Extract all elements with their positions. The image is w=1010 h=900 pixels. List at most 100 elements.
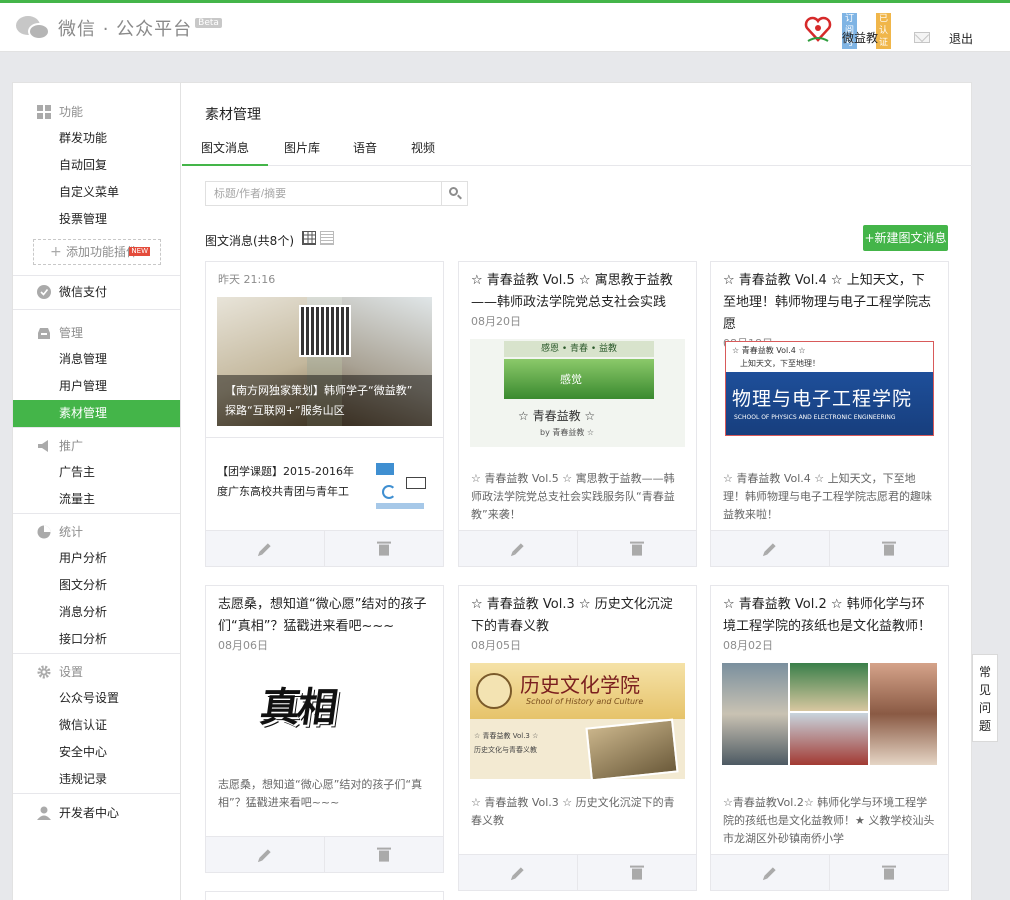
- grid-icon: [37, 105, 51, 119]
- card-actions: [459, 854, 696, 890]
- sidebar-item-custom-menu[interactable]: 自定义菜单: [13, 179, 180, 206]
- search-button[interactable]: [441, 182, 467, 205]
- card-cover-image: ☆ 青春益教 Vol.4 ☆ 上知天文，下至地理！ 物理与电子工程学院 SCHO…: [725, 341, 934, 436]
- pencil-icon: [764, 866, 776, 879]
- delete-button[interactable]: [324, 531, 443, 566]
- menu-group-promotion: 推广 广告主 流量主: [13, 428, 180, 514]
- card-title[interactable]: ☆ 青春益教 Vol.5 ☆ 寓思教于益教——韩师政法学院党总支社会实践: [459, 262, 696, 314]
- sidebar-item-verification[interactable]: 微信认证: [13, 712, 180, 739]
- sidebar-item-advertiser[interactable]: 广告主: [13, 459, 180, 486]
- card-desc: 志愿桑，想知道“微心愿”结对的孩子们“真相”？猛戳进来看吧~~~: [218, 778, 423, 809]
- article-card[interactable]: 昨天 21:16 【南方网独家策划】韩师学子“微益教” 探路“互联网+”服务山区…: [205, 261, 444, 567]
- card-actions: [206, 530, 443, 566]
- article-card[interactable]: ☆ 青春益教 Vol.5 ☆ 寓思教于益教——韩师政法学院党总支社会实践 08月…: [458, 261, 697, 567]
- wechat-logo[interactable]: 微信 · 公众平台 Beta: [16, 13, 222, 43]
- card-title[interactable]: ☆ 青春益教 Vol.4 ☆ 上知天文，下至地理！韩师物理与电子工程学院志愿: [711, 262, 948, 336]
- article-card[interactable]: [205, 891, 444, 900]
- card-desc: ☆ 青春益教 Vol.5 ☆ 寓思教于益教——韩师政法学院党总支社会实践服务队“…: [471, 472, 675, 521]
- delete-button[interactable]: [829, 531, 948, 566]
- sidebar-item-users[interactable]: 用户管理: [13, 373, 180, 400]
- list-view-icon[interactable]: [320, 231, 334, 245]
- sub-article-title[interactable]: 【团学课题】2015-2016年度广东高校共青团与青年工: [217, 462, 357, 502]
- delete-button[interactable]: [577, 531, 696, 566]
- pie-icon: [37, 525, 51, 539]
- delete-button[interactable]: [829, 855, 948, 890]
- main-container: 功能 群发功能 自动回复 自定义菜单 投票管理 + 添加功能插件 NEW 微信支…: [12, 82, 972, 900]
- verified-badge: 已认证: [876, 13, 892, 49]
- add-plugin-button[interactable]: + 添加功能插件 NEW: [33, 239, 161, 265]
- qr-code-icon: [299, 305, 351, 357]
- card-desc: ☆青春益教Vol.2☆ 韩师化学与环境工程学院的孩纸也是文化益教师！★ 义教学校…: [723, 796, 935, 845]
- card-title[interactable]: ☆ 青春益教 Vol.2 ☆ 韩师化学与环境工程学院的孩纸也是文化益教师！: [711, 586, 948, 638]
- trash-icon: [377, 847, 391, 862]
- article-card[interactable]: ☆ 青春益教 Vol.2 ☆ 韩师化学与环境工程学院的孩纸也是文化益教师！ 08…: [710, 585, 949, 891]
- article-count: 图文消息(共8个): [205, 234, 294, 248]
- delete-button[interactable]: [577, 855, 696, 890]
- beta-badge: Beta: [195, 18, 222, 28]
- card-desc: ☆ 青春益教 Vol.3 ☆ 历史文化沉淀下的青春义教: [471, 796, 675, 827]
- grid-view-icon[interactable]: [302, 231, 316, 245]
- sidebar-item-auto-reply[interactable]: 自动回复: [13, 152, 180, 179]
- menu-head-manage: 管理: [13, 320, 180, 346]
- article-card[interactable]: ☆ 青春益教 Vol.3 ☆ 历史文化沉淀下的青春义教 08月05日 历史文化学…: [458, 585, 697, 891]
- content-area: 素材管理 图文消息 图片库 语音 视频 图文消息(共8个) +新建图文消息 昨天…: [182, 83, 972, 900]
- trash-icon: [630, 541, 644, 556]
- pencil-icon: [512, 866, 524, 879]
- card-actions: [711, 530, 948, 566]
- sidebar-item-message-analysis[interactable]: 消息分析: [13, 599, 180, 626]
- search-input[interactable]: [206, 182, 442, 205]
- edit-button[interactable]: [459, 531, 577, 566]
- new-article-button[interactable]: +新建图文消息: [863, 225, 948, 251]
- menu-group-developer: 开发者中心: [13, 794, 180, 826]
- tab-bar: 图文消息 图片库 语音 视频: [182, 133, 972, 166]
- edit-button[interactable]: [711, 855, 829, 890]
- edit-button[interactable]: [206, 531, 324, 566]
- sidebar-item-user-analysis[interactable]: 用户分析: [13, 545, 180, 572]
- menu-group-manage: 管理 消息管理 用户管理 素材管理: [13, 310, 180, 428]
- tab-video[interactable]: 视频: [403, 133, 443, 166]
- tray-icon: [38, 328, 50, 339]
- sidebar-item-article-analysis[interactable]: 图文分析: [13, 572, 180, 599]
- trash-icon: [882, 865, 896, 880]
- card-title[interactable]: 志愿桑，想知道“微心愿”结对的孩子们“真相”？猛戳进来看吧~~~: [206, 586, 443, 638]
- tab-articles[interactable]: 图文消息: [182, 133, 268, 166]
- sidebar-item-mass-send[interactable]: 群发功能: [13, 125, 180, 152]
- edit-button[interactable]: [206, 837, 324, 872]
- menu-head-stats: 统计: [13, 519, 180, 545]
- menu-head-promotion: 推广: [13, 433, 180, 459]
- pencil-icon: [259, 542, 271, 555]
- faq-tab[interactable]: 常见问题: [972, 654, 998, 742]
- card-date: 08月06日: [218, 639, 268, 652]
- mail-icon[interactable]: [914, 32, 930, 43]
- card-cover-image: 【南方网独家策划】韩师学子“微益教” 探路“互联网+”服务山区: [217, 297, 432, 426]
- trash-icon: [882, 541, 896, 556]
- sidebar-item-api-analysis[interactable]: 接口分析: [13, 626, 180, 653]
- tab-images[interactable]: 图片库: [278, 133, 326, 166]
- sidebar-item-publisher[interactable]: 流量主: [13, 486, 180, 513]
- new-badge: NEW: [129, 247, 150, 256]
- card-cover-image: [722, 663, 937, 765]
- sidebar-item-security[interactable]: 安全中心: [13, 739, 180, 766]
- edit-button[interactable]: [459, 855, 577, 890]
- sidebar-item-violations[interactable]: 违规记录: [13, 766, 180, 793]
- article-card[interactable]: ☆ 青春益教 Vol.4 ☆ 上知天文，下至地理！韩师物理与电子工程学院志愿 0…: [710, 261, 949, 567]
- sidebar-item-account-settings[interactable]: 公众号设置: [13, 685, 180, 712]
- card-cover-image: 历史文化学院 School of History and Culture ☆ 青…: [470, 663, 685, 779]
- sidebar-item-messages[interactable]: 消息管理: [13, 346, 180, 373]
- edit-button[interactable]: [711, 531, 829, 566]
- account-name[interactable]: 微益教: [842, 29, 878, 46]
- delete-button[interactable]: [324, 837, 443, 872]
- pencil-icon: [512, 542, 524, 555]
- account-avatar-icon: [804, 16, 832, 42]
- sidebar-item-developer[interactable]: 开发者中心: [13, 800, 180, 826]
- article-card[interactable]: 志愿桑，想知道“微心愿”结对的孩子们“真相”？猛戳进来看吧~~~ 08月06日 …: [205, 585, 444, 873]
- sidebar-item-wechat-pay[interactable]: 微信支付: [13, 279, 180, 305]
- logout-link[interactable]: 退出: [949, 30, 973, 47]
- tab-voice[interactable]: 语音: [345, 133, 385, 166]
- sidebar-item-materials[interactable]: 素材管理: [13, 400, 180, 427]
- card-cover-image: 感恩 • 青春 • 益教 感觉 ☆ 青春益教 ☆ by 青春益教 ☆: [470, 339, 685, 447]
- sidebar-item-vote[interactable]: 投票管理: [13, 206, 180, 233]
- card-title[interactable]: ☆ 青春益教 Vol.3 ☆ 历史文化沉淀下的青春义教: [459, 586, 696, 638]
- card-actions: [206, 836, 443, 872]
- search-box: [205, 181, 468, 206]
